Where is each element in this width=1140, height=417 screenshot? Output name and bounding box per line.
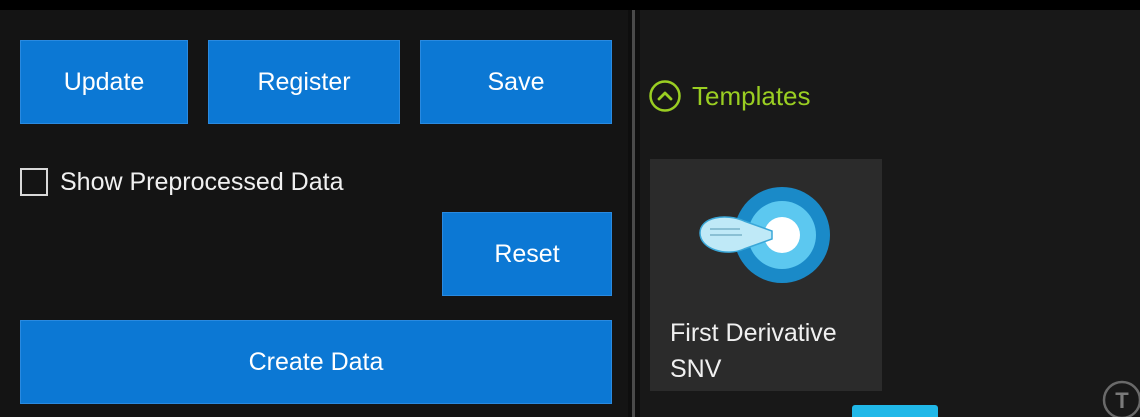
app-window: Update Register Save Show Preprocessed D…: [0, 0, 1140, 417]
update-button[interactable]: Update: [20, 40, 188, 124]
template-name-line1: First Derivative: [670, 319, 837, 347]
show-preprocessed-checkbox[interactable]: [20, 168, 48, 196]
chevron-up-circle-icon[interactable]: [648, 79, 682, 113]
target-icon: [699, 187, 830, 283]
save-button[interactable]: Save: [420, 40, 612, 124]
register-button[interactable]: Register: [208, 40, 400, 124]
template-name-line2: SNV: [670, 355, 722, 383]
show-preprocessed-label: Show Preprocessed Data: [60, 167, 344, 196]
show-preprocessed-option[interactable]: Show Preprocessed Data: [20, 164, 343, 200]
t-badge-icon[interactable]: T: [1100, 378, 1140, 417]
templates-header[interactable]: Templates: [648, 76, 811, 116]
t-badge-label: T: [1115, 388, 1129, 413]
create-data-button[interactable]: Create Data: [20, 320, 612, 404]
panel-divider-line: [632, 10, 635, 417]
templates-title: Templates: [692, 80, 811, 111]
template-tile[interactable]: First Derivative SNV: [650, 159, 882, 391]
template-name: First Derivative SNV: [670, 315, 880, 387]
scroll-indicator[interactable]: [852, 405, 938, 417]
reset-button[interactable]: Reset: [442, 212, 612, 296]
